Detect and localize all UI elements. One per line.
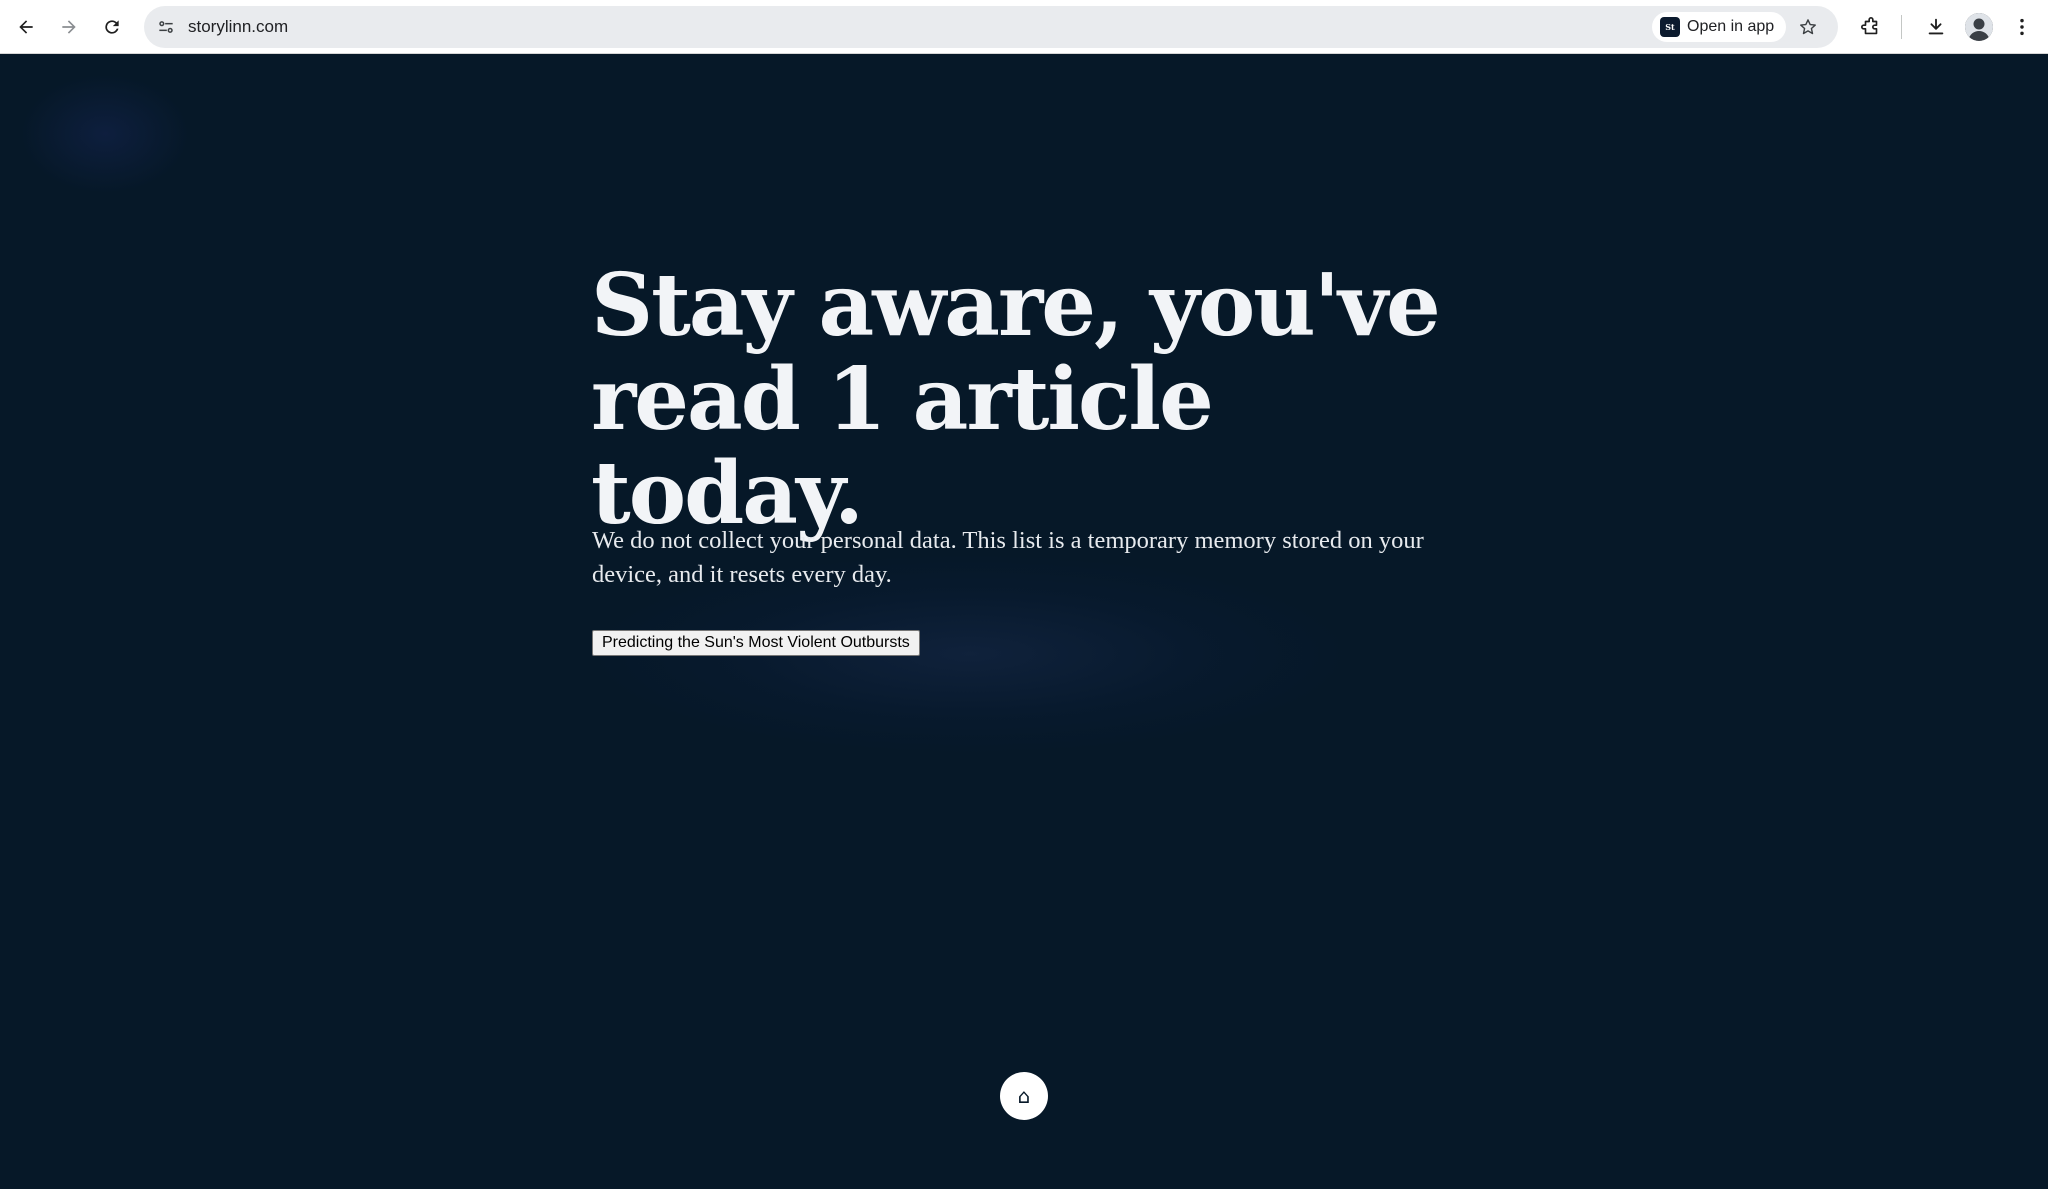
reload-button[interactable]	[94, 9, 130, 45]
forward-arrow-icon	[62, 20, 76, 34]
avatar[interactable]	[1965, 13, 1993, 41]
site-info-button[interactable]	[150, 11, 182, 43]
open-in-app-button[interactable]: St Open in app	[1652, 12, 1787, 42]
toolbar-divider	[1901, 15, 1902, 39]
browser-menu-button[interactable]	[2004, 9, 2040, 45]
app-badge-icon: St	[1660, 17, 1680, 37]
background-glow	[20, 74, 190, 194]
page-content: Stay aware, you've read 1 article today.…	[0, 54, 2048, 1189]
forward-button[interactable]	[51, 9, 87, 45]
page-title: Stay aware, you've read 1 article today.	[591, 255, 1441, 544]
url-text[interactable]: storylinn.com	[188, 6, 288, 48]
puzzle-icon	[1861, 17, 1878, 35]
download-icon	[1928, 18, 1944, 35]
back-button[interactable]	[8, 9, 44, 45]
star-icon	[1800, 19, 1816, 35]
downloads-button[interactable]	[1918, 9, 1954, 45]
reload-icon	[105, 20, 119, 34]
address-bar[interactable]: storylinn.com St Open in app	[144, 6, 1838, 48]
open-in-app-label: Open in app	[1687, 18, 1775, 35]
browser-toolbar: storylinn.com St Open in app	[0, 0, 2048, 54]
bookmark-button[interactable]	[1792, 11, 1824, 43]
home-button[interactable]: ⌂	[1000, 1072, 1048, 1120]
extensions-button[interactable]	[1853, 9, 1889, 45]
kebab-menu-icon	[2020, 18, 2024, 36]
privacy-notice: We do not collect your personal data. Th…	[592, 527, 1424, 588]
article-link[interactable]: Predicting the Sun's Most Violent Outbur…	[592, 630, 920, 656]
profile-icon	[1965, 13, 1993, 41]
back-arrow-icon	[19, 20, 33, 34]
home-icon: ⌂	[1017, 1084, 1031, 1108]
site-settings-icon	[159, 21, 173, 33]
